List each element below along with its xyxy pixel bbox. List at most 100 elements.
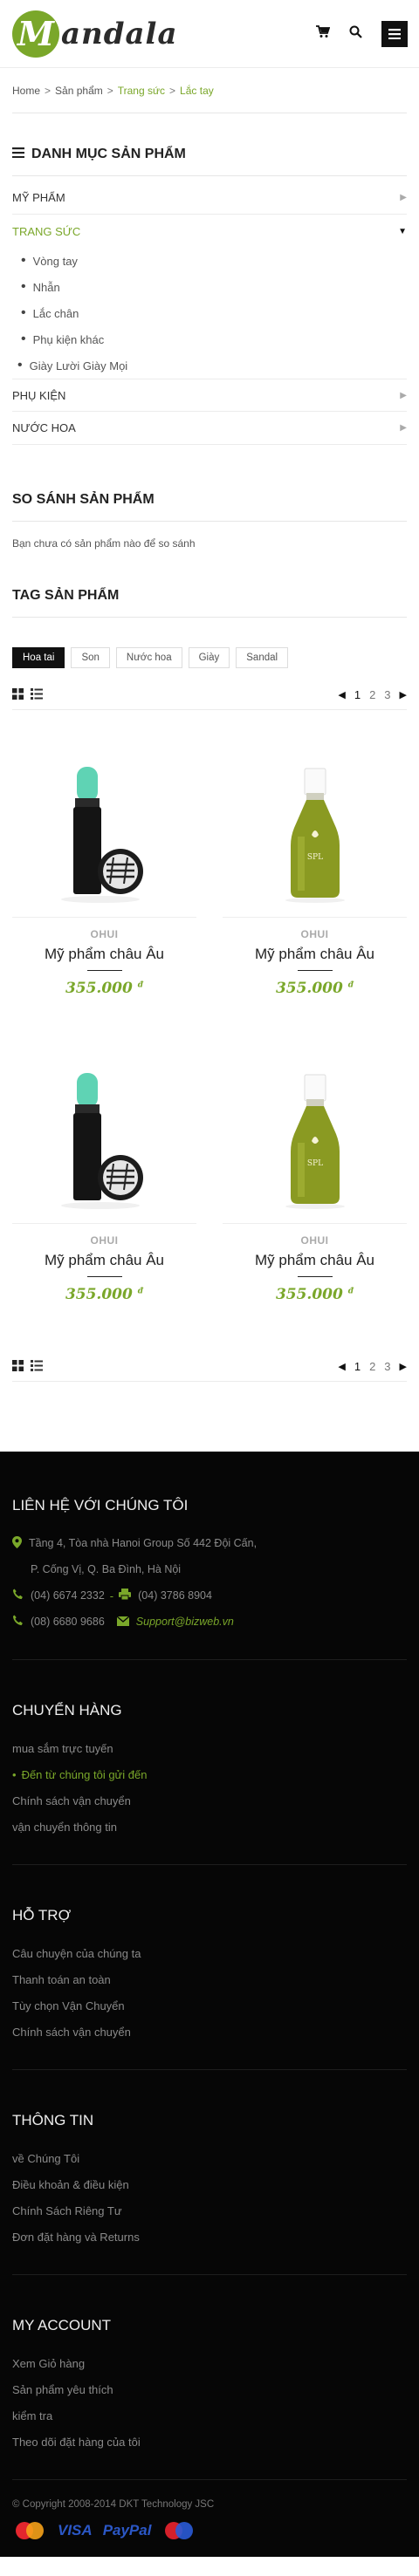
site-footer: LIÊN HỆ VỚI CHÚNG TÔI Tầng 4, Tòa nhà Ha… xyxy=(0,1452,419,2557)
product-brand: OHUI xyxy=(90,1234,119,1247)
subcategory-item[interactable]: • Vòng tay xyxy=(21,248,407,274)
product-price: 355.000 đ xyxy=(12,980,196,997)
compare-section: SO SÁNH SẢN PHẨM Bạn chưa có sản phẩm nà… xyxy=(12,478,407,564)
subcategory-label: Lắc chân xyxy=(32,306,79,320)
phone-number[interactable]: (08) 6680 9686 xyxy=(31,1616,105,1628)
copyright: © Copyright 2008-2014 DKT Technology JSC xyxy=(12,2499,215,2510)
category-item-jewelry[interactable]: TRANG SỨC ▼ xyxy=(12,215,407,248)
footer-link[interactable]: Xem Giỏ hàng xyxy=(12,2350,407,2376)
footer-link[interactable]: Chính sách vận chuyển xyxy=(12,2019,407,2045)
product-name[interactable]: Mỹ phẩm châu Âu xyxy=(223,946,407,963)
next-page-icon[interactable]: ▶ xyxy=(400,1361,407,1372)
product-name[interactable]: Mỹ phẩm châu Âu xyxy=(12,946,196,963)
product-image-lipstick[interactable] xyxy=(12,743,196,918)
subcategory-list: • Vòng tay • Nhẫn • Lắc chân • Phụ kiện khác… xyxy=(12,248,407,379)
phone-number[interactable]: (04) 6674 2332 xyxy=(31,1589,105,1602)
footer-link[interactable]: Thanh toán an toàn xyxy=(12,1966,407,1992)
footer-shipping: CHUYỂN HÀNG mua sắm trực tuyến • Đến từ c… xyxy=(12,1660,407,1865)
category-item-cosmetics[interactable]: MỸ PHẨM ▶ xyxy=(12,181,407,215)
logo[interactable]: M andala xyxy=(12,10,178,58)
subcategory-label: Giày Lười Giày Mọi xyxy=(29,359,128,372)
tag-son[interactable]: Son xyxy=(71,647,110,668)
footer-link[interactable]: Tùy chọn Vận Chuyển xyxy=(12,1992,407,2019)
footer-link[interactable]: về Chúng Tôi xyxy=(12,2145,407,2171)
category-item-perfume[interactable]: NƯỚC HOA ▶ xyxy=(12,412,407,445)
subcategory-item[interactable]: • Phụ kiện khác xyxy=(21,326,407,352)
subcategory-label: Phụ kiện khác xyxy=(32,332,105,346)
product-image-oil-bottle[interactable]: SPL xyxy=(223,743,407,918)
bullet: • xyxy=(21,253,26,268)
category-title: DANH MỤC SẢN PHẨM xyxy=(31,146,186,161)
category-label: PHỤ KIỆN xyxy=(12,388,66,402)
footer-link[interactable]: vận chuyển thông tin xyxy=(12,1814,407,1840)
product-card[interactable]: SPL OHUI Mỹ phẩm châu Âu 355.000 đ xyxy=(223,1041,407,1303)
footer-link[interactable]: Điều khoản & điều kiện xyxy=(12,2171,407,2197)
tag-sandal[interactable]: Sandal xyxy=(236,647,289,668)
product-name[interactable]: Mỹ phẩm châu Âu xyxy=(12,1252,196,1269)
phone-icon xyxy=(12,1589,24,1602)
phone-number[interactable]: (04) 3786 8904 xyxy=(138,1589,212,1602)
svg-text:SPL: SPL xyxy=(306,1159,322,1168)
footer-link[interactable]: mua sắm trực tuyến xyxy=(12,1735,407,1761)
footer-link[interactable]: Chính Sách Riêng Tư xyxy=(12,2197,407,2224)
email-link[interactable]: Support@bizweb.vn xyxy=(136,1616,234,1628)
map-marker-icon xyxy=(12,1535,22,1551)
page-link[interactable]: 2 xyxy=(369,1360,375,1373)
list-view-icon[interactable] xyxy=(31,687,43,702)
prev-page-icon[interactable]: ◀ xyxy=(338,1361,345,1372)
tag-giay[interactable]: Giày xyxy=(188,647,230,668)
breadcrumb-jewelry[interactable]: Trang sức xyxy=(118,85,165,97)
product-card[interactable]: SPL OHUI Mỹ phẩm châu Âu 355.000 đ xyxy=(223,735,407,997)
product-card[interactable]: OHUI Mỹ phẩm châu Âu 355.000 đ xyxy=(12,1041,196,1303)
grid-view-icon[interactable] xyxy=(12,1359,24,1374)
price-value: 355.000 xyxy=(65,1286,133,1303)
cart-icon[interactable] xyxy=(316,25,331,42)
page-link[interactable]: 1 xyxy=(354,1360,361,1373)
footer-link-active[interactable]: • Đến từ chúng tôi gửi đến xyxy=(12,1761,407,1787)
subcategory-item[interactable]: • Giày Lười Giày Mọi xyxy=(17,352,407,379)
footer-link[interactable]: Sản phẩm yêu thích xyxy=(12,2376,407,2402)
bullet: • xyxy=(21,331,26,346)
list-toolbar-top: ◀ 1 2 3 ▶ xyxy=(12,680,407,710)
page-link[interactable]: 3 xyxy=(384,688,390,701)
tag-nuoc-hoa[interactable]: Nước hoa xyxy=(115,647,182,668)
footer-link[interactable]: kiểm tra xyxy=(12,2402,407,2429)
phone-line: (04) 6674 2332 - (04) 3786 8904 xyxy=(12,1582,407,1609)
tag-hoa-tai[interactable]: Hoa tai xyxy=(12,647,65,668)
product-card[interactable]: OHUI Mỹ phẩm châu Âu 355.000 đ xyxy=(12,735,196,997)
site-header: M andala xyxy=(0,0,419,68)
page-link[interactable]: 3 xyxy=(384,1360,390,1373)
breadcrumb-home[interactable]: Home xyxy=(12,85,40,97)
search-icon[interactable] xyxy=(349,25,362,42)
product-name[interactable]: Mỹ phẩm châu Âu xyxy=(223,1252,407,1269)
product-price: 355.000 đ xyxy=(223,980,407,997)
footer-info: THÔNG TIN về Chúng Tôi Điều khoản & điều… xyxy=(12,2070,407,2275)
pagination: ◀ 1 2 3 ▶ xyxy=(338,1360,407,1373)
page-link[interactable]: 1 xyxy=(354,688,361,701)
footer-link[interactable]: Chính sách vận chuyển xyxy=(12,1787,407,1814)
paypal-icon: PayPal xyxy=(102,2522,152,2538)
footer-link[interactable]: Theo dõi đặt hàng của tôi xyxy=(12,2429,407,2455)
menu-toggle-button[interactable] xyxy=(381,20,408,47)
footer-link[interactable]: Câu chuyện của chúng ta xyxy=(12,1940,407,1966)
page-link[interactable]: 2 xyxy=(369,688,375,701)
category-item-accessories[interactable]: PHỤ KIỆN ▶ xyxy=(12,379,407,412)
product-image-oil-bottle[interactable]: SPL xyxy=(223,1049,407,1224)
list-view-icon[interactable] xyxy=(31,1359,43,1374)
subcategory-item[interactable]: • Lắc chân xyxy=(21,300,407,326)
price-currency: đ xyxy=(137,981,144,990)
address-line: Tầng 4, Tòa nhà Hanoi Group Số 442 Đội C… xyxy=(12,1530,407,1556)
subcategory-item[interactable]: • Nhẫn xyxy=(21,274,407,300)
breadcrumb-products[interactable]: Sản phẩm xyxy=(55,85,103,97)
address-text: Tầng 4, Tòa nhà Hanoi Group Số 442 Đội C… xyxy=(29,1537,258,1549)
grid-view-icon[interactable] xyxy=(12,687,24,702)
phone-line: (08) 6680 9686 Support@bizweb.vn xyxy=(12,1609,407,1635)
mastercard-icon xyxy=(12,2520,47,2541)
product-image-lipstick[interactable] xyxy=(12,1049,196,1224)
prev-page-icon[interactable]: ◀ xyxy=(338,689,345,700)
footer-heading: MY ACCOUNT xyxy=(12,2317,112,2333)
footer-link[interactable]: Đơn đặt hàng và Returns xyxy=(12,2224,407,2250)
chevron-right-icon: ▶ xyxy=(400,390,407,400)
svg-text:SPL: SPL xyxy=(306,853,322,862)
next-page-icon[interactable]: ▶ xyxy=(400,689,407,700)
